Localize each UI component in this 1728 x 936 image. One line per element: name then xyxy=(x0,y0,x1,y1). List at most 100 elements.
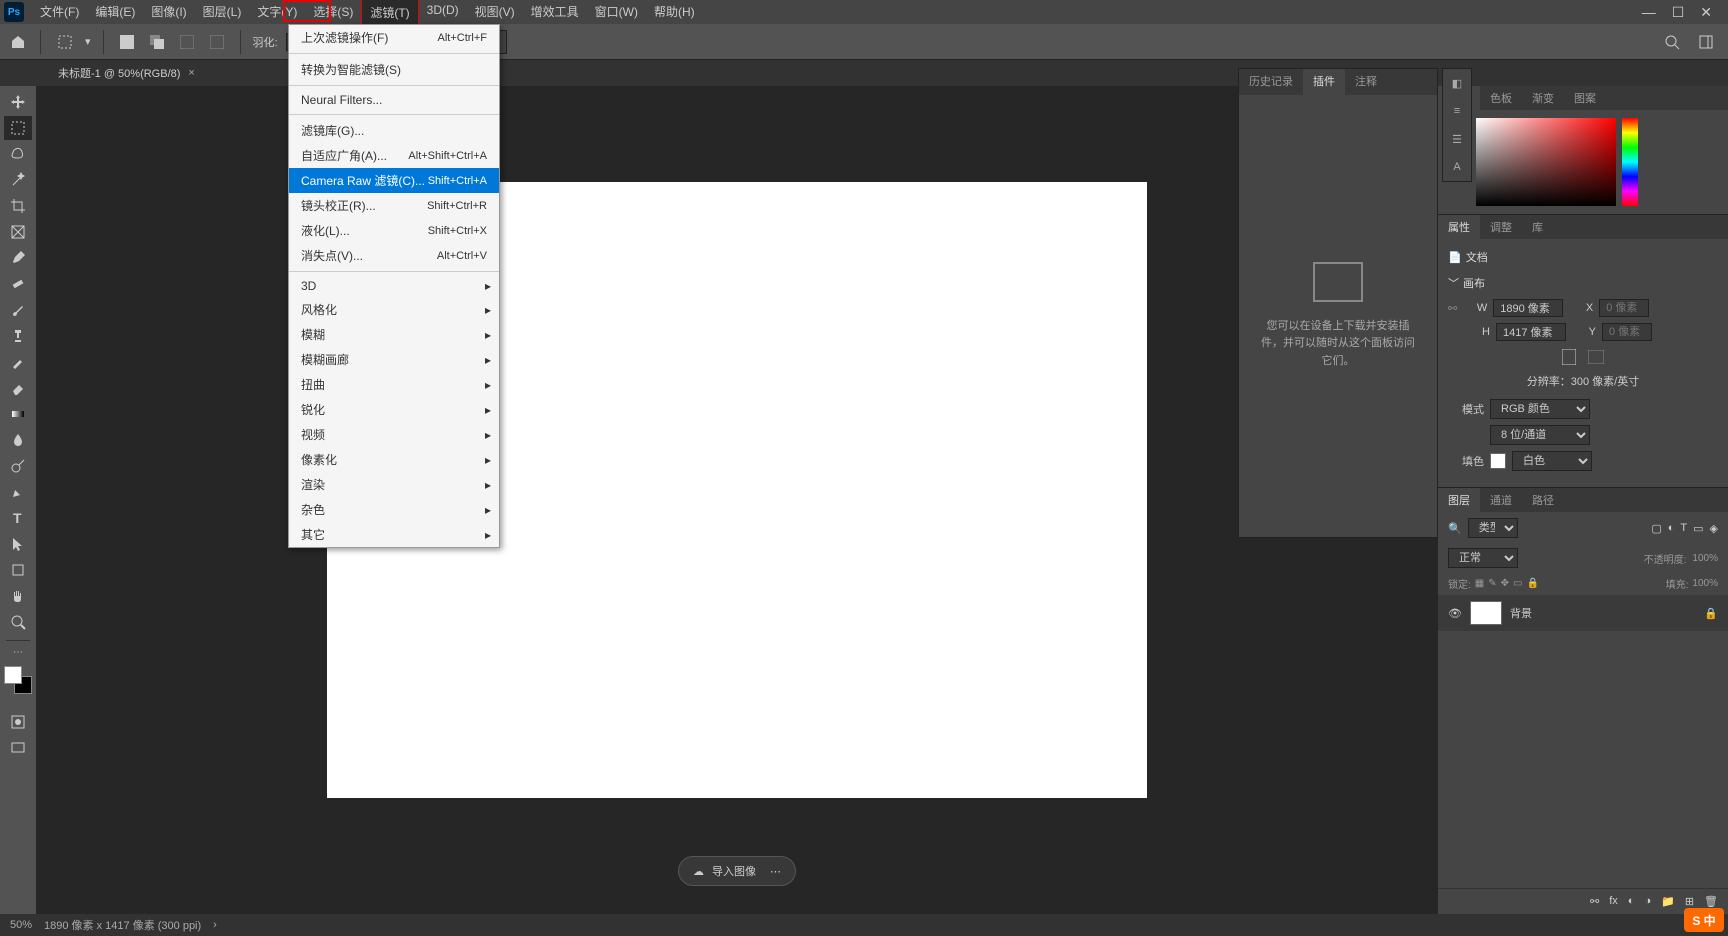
document-info[interactable]: 1890 像素 x 1417 像素 (300 ppi) xyxy=(44,917,201,933)
menu-dropdown-item[interactable]: 液化(L)...Shift+Ctrl+X xyxy=(289,218,499,243)
home-icon[interactable] xyxy=(8,32,28,52)
menu-item[interactable]: 图像(I) xyxy=(143,0,194,26)
menu-dropdown-item[interactable]: 镜头校正(R)...Shift+Ctrl+R xyxy=(289,193,499,218)
more-icon[interactable]: ⋯ xyxy=(770,865,781,878)
link-layers-icon[interactable]: ⚯ xyxy=(1590,895,1599,908)
fill-select[interactable]: 白色 xyxy=(1512,451,1592,471)
filter-type-icon[interactable]: T xyxy=(1680,522,1687,535)
menu-dropdown-item[interactable]: 滤镜库(G)... xyxy=(289,118,499,143)
gradient-tool[interactable] xyxy=(4,402,32,426)
menu-dropdown-item[interactable]: 渲染▸ xyxy=(289,472,499,497)
crop-tool[interactable] xyxy=(4,194,32,218)
menu-dropdown-item[interactable]: 3D▸ xyxy=(289,275,499,297)
heal-tool[interactable] xyxy=(4,272,32,296)
menu-item[interactable]: 图层(L) xyxy=(195,0,250,26)
lock-artboard-icon[interactable]: ▭ xyxy=(1513,578,1522,589)
group-icon[interactable]: 📁 xyxy=(1661,895,1675,908)
blend-mode-select[interactable]: 正常 xyxy=(1448,548,1518,568)
import-image-button[interactable]: ☁ 导入图像 ⋯ xyxy=(678,856,796,886)
dropdown-arrow-icon[interactable]: ▾ xyxy=(85,35,91,48)
hue-slider[interactable] xyxy=(1622,118,1638,206)
lock-position-icon[interactable]: ✥ xyxy=(1501,578,1509,589)
menu-dropdown-item[interactable]: 自适应广角(A)...Alt+Shift+Ctrl+A xyxy=(289,143,499,168)
menu-item[interactable]: 增效工具 xyxy=(523,0,587,26)
eyedropper-tool[interactable] xyxy=(4,246,32,270)
wand-tool[interactable] xyxy=(4,168,32,192)
panel-tab[interactable]: 调整 xyxy=(1480,215,1522,239)
menu-dropdown-item[interactable]: 扭曲▸ xyxy=(289,372,499,397)
visibility-icon[interactable]: 👁 xyxy=(1448,607,1462,620)
collapsed-panel-icon[interactable]: ◧ xyxy=(1443,69,1471,97)
menu-dropdown-item[interactable]: Neural Filters... xyxy=(289,89,499,111)
document-tab[interactable]: 未标题-1 @ 50%(RGB/8) × xyxy=(48,61,205,85)
history-brush-tool[interactable] xyxy=(4,350,32,374)
color-swatches[interactable] xyxy=(4,666,32,694)
selection-intersect-icon[interactable] xyxy=(206,31,228,53)
depth-select[interactable]: 8 位/通道 xyxy=(1490,425,1590,445)
menu-dropdown-item[interactable]: 模糊▸ xyxy=(289,322,499,347)
menu-dropdown-item[interactable]: 其它▸ xyxy=(289,522,499,547)
filter-pixel-icon[interactable]: ▢ xyxy=(1651,522,1661,535)
panel-tab[interactable]: 插件 xyxy=(1303,69,1345,95)
search-icon[interactable] xyxy=(1664,34,1680,50)
adjustment-icon[interactable]: ◑ xyxy=(1644,895,1651,908)
menu-dropdown-item[interactable]: 模糊画廊▸ xyxy=(289,347,499,372)
x-input[interactable] xyxy=(1599,299,1649,317)
shape-tool[interactable] xyxy=(4,558,32,582)
mode-select[interactable]: RGB 颜色 xyxy=(1490,399,1590,419)
zoom-level[interactable]: 50% xyxy=(10,919,32,931)
close-button[interactable]: ✕ xyxy=(1700,4,1712,21)
color-picker[interactable] xyxy=(1438,110,1728,214)
selection-add-icon[interactable] xyxy=(146,31,168,53)
blur-tool[interactable] xyxy=(4,428,32,452)
screenmode-icon[interactable] xyxy=(4,736,32,760)
dodge-tool[interactable] xyxy=(4,454,32,478)
filter-adjust-icon[interactable]: ◐ xyxy=(1668,522,1675,535)
panel-tab[interactable]: 图层 xyxy=(1438,488,1480,512)
collapsed-panel-icon[interactable]: A xyxy=(1443,153,1471,181)
more-tools-icon[interactable]: ⋯ xyxy=(13,647,23,658)
orientation-landscape-icon[interactable] xyxy=(1588,350,1604,364)
move-tool[interactable] xyxy=(4,90,32,114)
menu-dropdown-item[interactable]: Camera Raw 滤镜(C)...Shift+Ctrl+A xyxy=(289,168,499,193)
marquee-icon[interactable] xyxy=(53,30,77,54)
workspace-icon[interactable] xyxy=(1698,34,1714,50)
menu-dropdown-item[interactable]: 转换为智能滤镜(S) xyxy=(289,57,499,82)
height-input[interactable] xyxy=(1496,323,1566,341)
fill-opacity-value[interactable]: 100% xyxy=(1692,578,1718,589)
panel-tab[interactable]: 渐变 xyxy=(1522,86,1564,110)
layer-thumbnail[interactable] xyxy=(1470,601,1502,625)
menu-dropdown-item[interactable]: 消失点(V)...Alt+Ctrl+V xyxy=(289,243,499,268)
menu-dropdown-item[interactable]: 杂色▸ xyxy=(289,497,499,522)
panel-tab[interactable]: 注释 xyxy=(1345,69,1387,95)
collapsed-panel-icon[interactable]: ☰ xyxy=(1443,125,1471,153)
type-tool[interactable]: T xyxy=(4,506,32,530)
brush-tool[interactable] xyxy=(4,298,32,322)
fg-color-swatch[interactable] xyxy=(4,666,22,684)
orientation-portrait-icon[interactable] xyxy=(1562,349,1576,365)
fill-swatch[interactable] xyxy=(1490,453,1506,469)
menu-item[interactable]: 3D(D) xyxy=(419,0,467,26)
canvas-section-header[interactable]: ﹀ 画布 xyxy=(1448,275,1718,291)
fx-icon[interactable]: fx xyxy=(1609,895,1618,908)
link-icon[interactable]: ⚯ xyxy=(1448,302,1457,315)
layer-row[interactable]: 👁 背景 🔒 xyxy=(1438,595,1728,631)
pen-tool[interactable] xyxy=(4,480,32,504)
lock-all-icon[interactable]: 🔒 xyxy=(1526,578,1538,589)
ime-indicator[interactable]: S 中 xyxy=(1684,908,1724,932)
panel-tab[interactable]: 图案 xyxy=(1564,86,1606,110)
lock-pixels-icon[interactable]: ▦ xyxy=(1475,578,1484,589)
eraser-tool[interactable] xyxy=(4,376,32,400)
y-input[interactable] xyxy=(1602,323,1652,341)
close-icon[interactable]: × xyxy=(188,67,194,79)
panel-tab[interactable]: 库 xyxy=(1522,215,1553,239)
menu-item[interactable]: 视图(V) xyxy=(467,0,523,26)
path-select-tool[interactable] xyxy=(4,532,32,556)
filter-type-select[interactable]: 类型 xyxy=(1468,518,1518,538)
zoom-tool[interactable] xyxy=(4,610,32,634)
collapsed-panel-icon[interactable]: ≡ xyxy=(1443,97,1471,125)
menu-item[interactable]: 文件(F) xyxy=(32,0,87,26)
menu-item[interactable]: 滤镜(T) xyxy=(361,0,418,26)
hand-tool[interactable] xyxy=(4,584,32,608)
lasso-tool[interactable] xyxy=(4,142,32,166)
